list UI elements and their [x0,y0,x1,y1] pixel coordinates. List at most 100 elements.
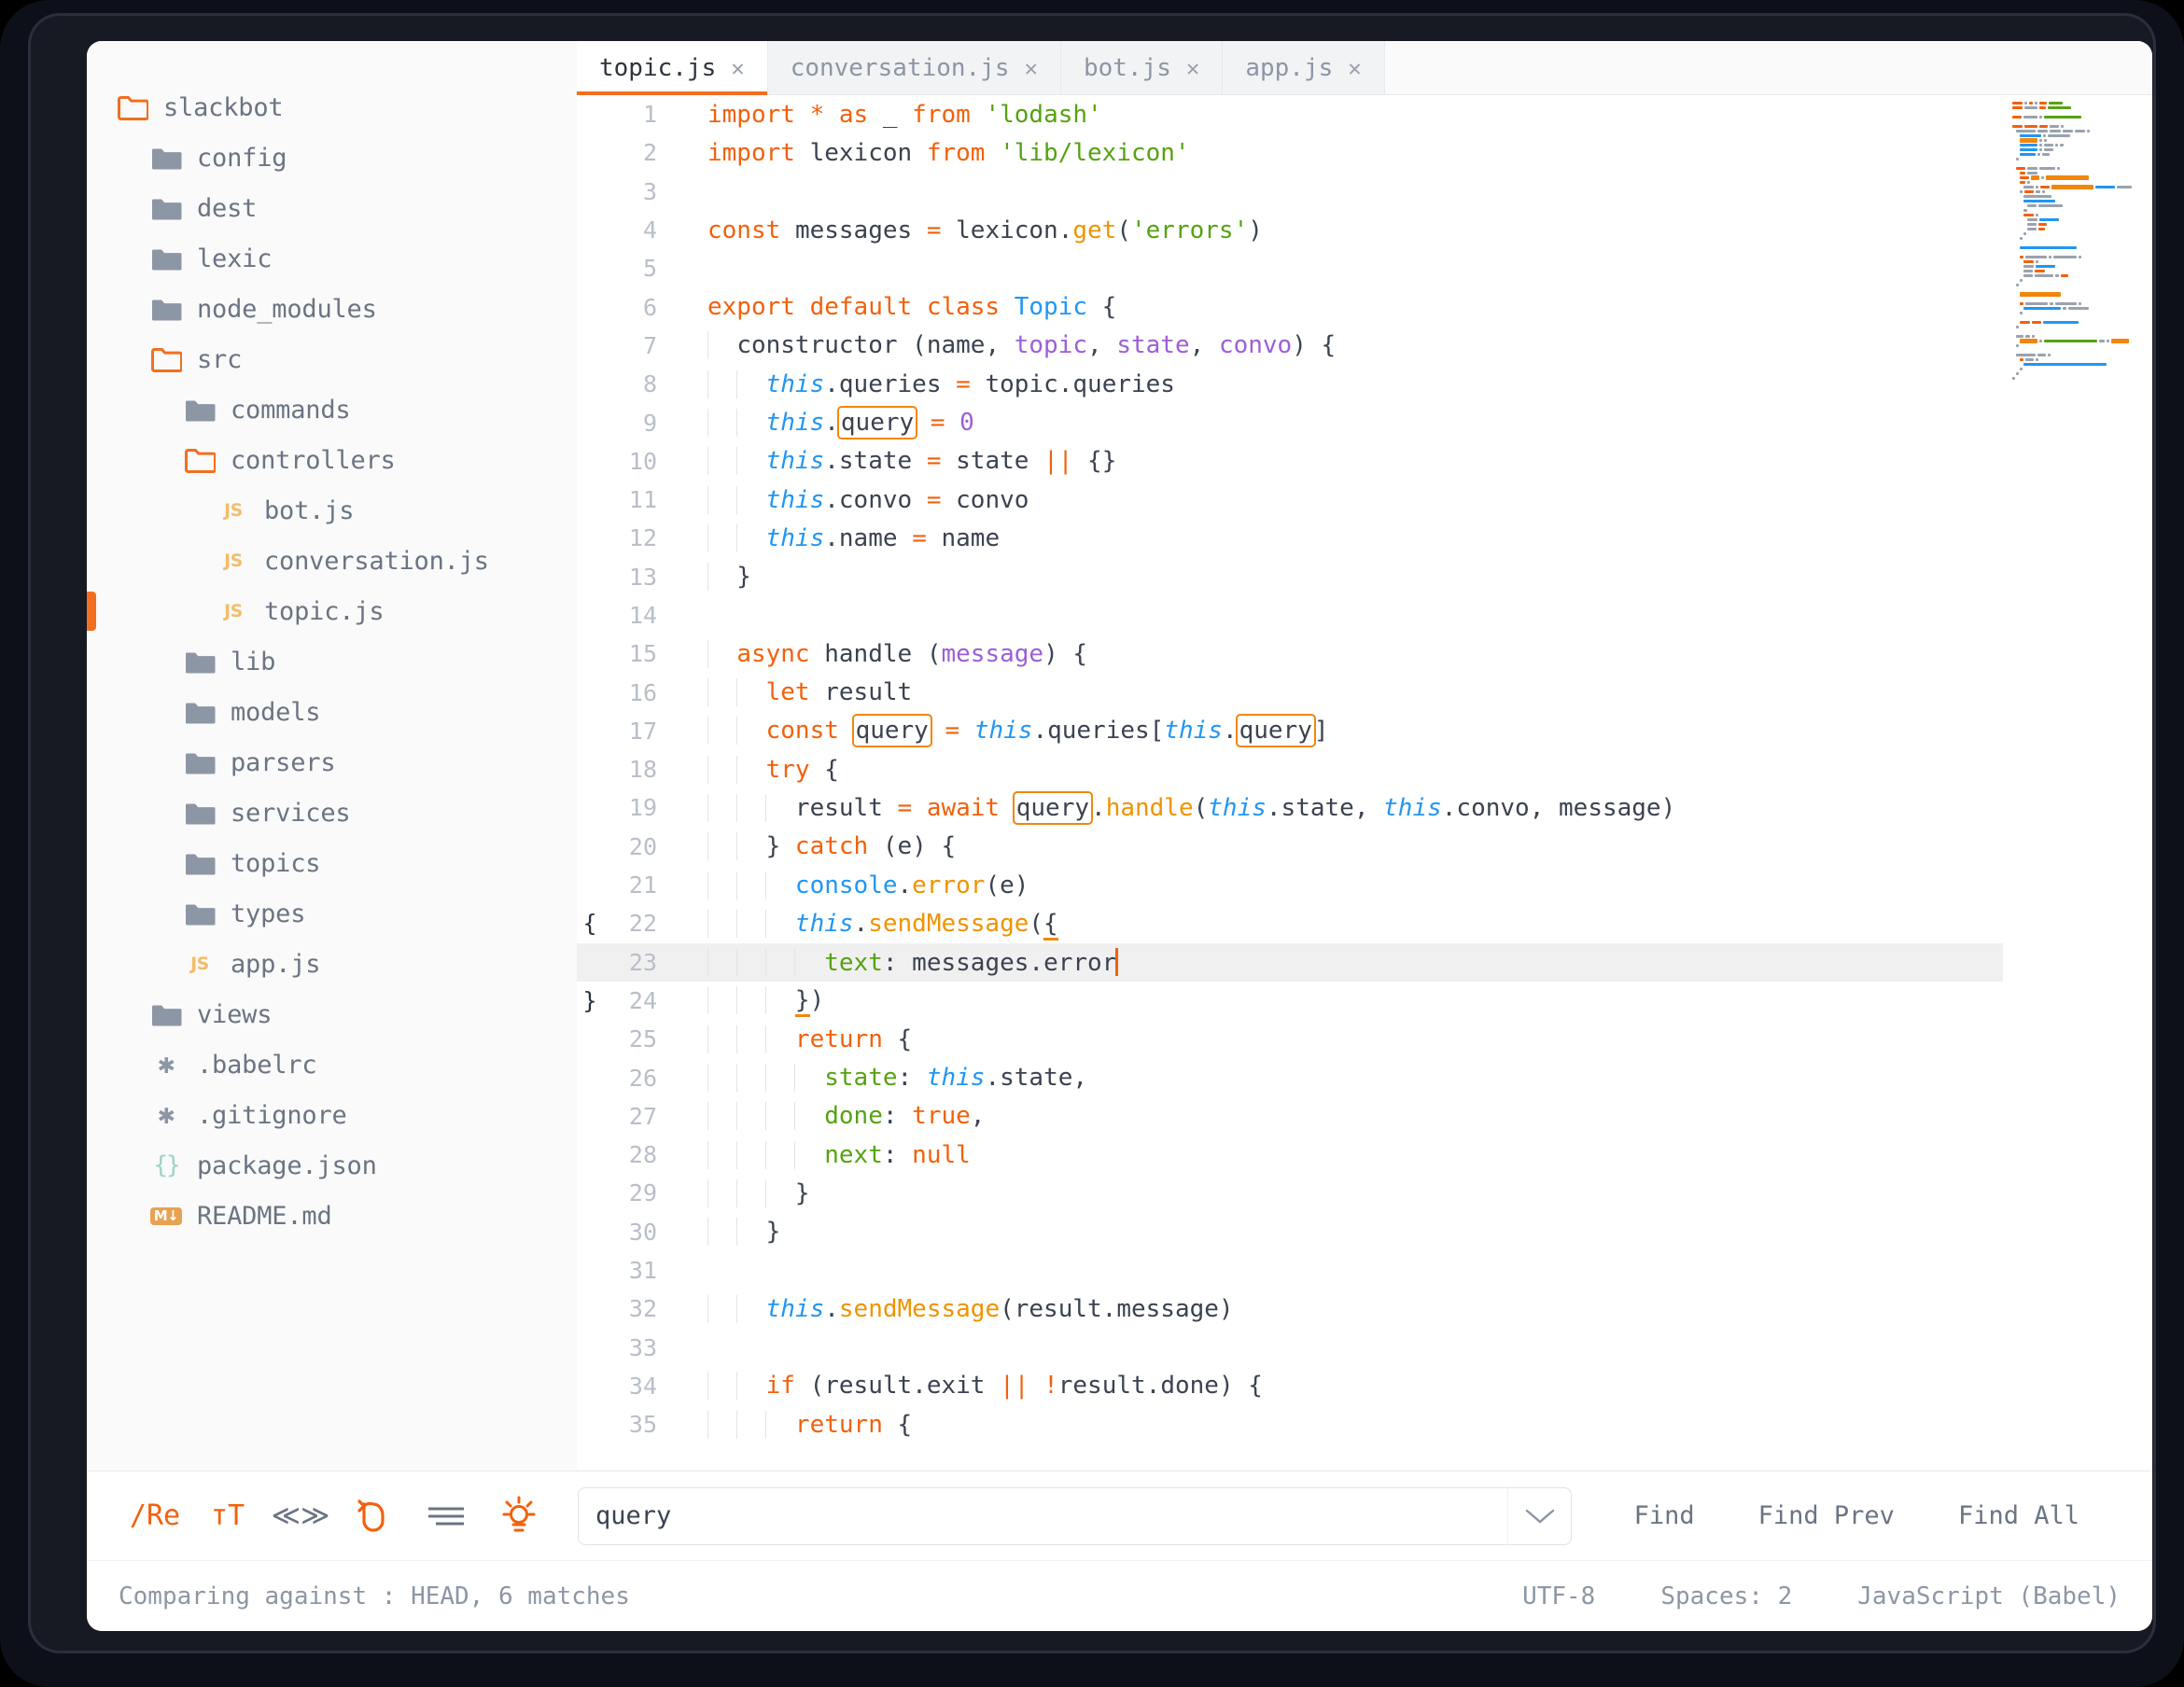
code-line[interactable]: 18 try { [577,750,2152,788]
code-line[interactable]: 23 text: messages.error [577,943,2152,982]
tab-close-icon[interactable]: ✕ [731,55,744,81]
code-text[interactable]: const query = this.queries[this.query] [707,717,2152,745]
tree-item-conversation-js[interactable]: JSconversation.js [87,536,577,586]
tree-item-bot-js[interactable]: JSbot.js [87,485,577,536]
code-editor[interactable]: 1import * as _ from 'lodash'2import lexi… [577,95,2152,1471]
code-line[interactable]: 19 result = await query.handle(this.stat… [577,788,2152,827]
code-text[interactable]: async handle (message) { [707,640,2152,668]
wrap-search-toggle[interactable] [337,1487,410,1545]
code-line[interactable]: }24 }) [577,982,2152,1020]
code-text[interactable]: return { [707,1411,2152,1439]
tree-item-commands[interactable]: commands [87,384,577,435]
tree-item-controllers[interactable]: controllers [87,435,577,485]
code-line[interactable]: 4const messages = lexicon.get('errors') [577,211,2152,249]
tree-item-dest[interactable]: dest [87,183,577,233]
tab-close-icon[interactable]: ✕ [1186,55,1199,81]
code-text[interactable]: constructor (name, topic, state, convo) … [707,331,2152,359]
code-text[interactable]: if (result.exit || !result.done) { [707,1372,2152,1400]
code-text[interactable]: try { [707,756,2152,784]
code-line[interactable]: 11 this.convo = convo [577,481,2152,519]
code-text[interactable]: import lexicon from 'lib/lexicon' [707,139,2152,167]
code-line[interactable]: 35 return { [577,1405,2152,1443]
code-line[interactable]: 21 console.error(e) [577,866,2152,904]
tree-item-app-js[interactable]: JSapp.js [87,939,577,989]
code-line[interactable]: 16 let result [577,673,2152,711]
tab-close-icon[interactable]: ✕ [1025,55,1038,81]
code-line[interactable]: 8 this.queries = topic.queries [577,365,2152,403]
find-action-find-all[interactable]: Find All [1926,1501,2111,1530]
code-text[interactable]: this.name = name [707,524,2152,552]
code-line[interactable]: 12 this.name = name [577,519,2152,557]
editor-tabbar[interactable]: topic.js✕conversation.js✕bot.js✕app.js✕ [577,41,2152,95]
code-line[interactable]: 32 this.sendMessage(result.message) [577,1290,2152,1328]
code-line[interactable]: 13 } [577,558,2152,596]
tree-item-services[interactable]: services [87,788,577,838]
code-line[interactable]: 5 [577,249,2152,287]
code-line[interactable]: 7 constructor (name, topic, state, convo… [577,327,2152,365]
code-line[interactable]: 15 async handle (message) { [577,634,2152,673]
tree-item-lib[interactable]: lib [87,636,577,687]
code-line[interactable]: 20 } catch (e) { [577,828,2152,866]
code-text[interactable]: const messages = lexicon.get('errors') [707,216,2152,244]
find-action-find[interactable]: Find [1603,1501,1727,1530]
code-text[interactable]: console.error(e) [707,871,2152,899]
code-line[interactable]: 14 [577,596,2152,634]
file-tree-sidebar[interactable]: slackbotconfigdestlexicnode_modulessrcco… [87,41,577,1471]
code-line[interactable]: 26 state: this.state, [577,1058,2152,1096]
find-history-dropdown-button[interactable] [1507,1487,1571,1545]
status-indentation[interactable]: Spaces: 2 [1660,1582,1792,1610]
code-text[interactable]: this.convo = convo [707,486,2152,514]
code-text[interactable]: state: this.state, [707,1064,2152,1092]
code-text[interactable]: next: null [707,1141,2152,1169]
tree-item-node-modules[interactable]: node_modules [87,284,577,334]
tab-topic-js[interactable]: topic.js✕ [577,41,768,94]
tree-item-lexic[interactable]: lexic [87,233,577,284]
code-line[interactable]: 10 this.state = state || {} [577,442,2152,481]
tab-bot-js[interactable]: bot.js✕ [1061,41,1223,94]
highlight-toggle[interactable] [483,1487,555,1545]
tab-conversation-js[interactable]: conversation.js✕ [768,41,1061,94]
code-line[interactable]: 33 [577,1329,2152,1367]
tree-item--babelrc[interactable]: ✱.babelrc [87,1039,577,1090]
code-line[interactable]: 31 [577,1251,2152,1290]
tab-close-icon[interactable]: ✕ [1348,55,1361,81]
tree-item--gitignore[interactable]: ✱.gitignore [87,1090,577,1140]
code-text[interactable]: this.state = state || {} [707,447,2152,475]
code-text[interactable]: let result [707,678,2152,706]
tree-item-parsers[interactable]: parsers [87,737,577,788]
tab-app-js[interactable]: app.js✕ [1223,41,1384,94]
tree-item-config[interactable]: config [87,132,577,183]
code-line[interactable]: 9 this.query = 0 [577,403,2152,441]
find-action-find-prev[interactable]: Find Prev [1727,1501,1926,1530]
code-text[interactable]: result = await query.handle(this.state, … [707,794,2152,822]
tree-item-views[interactable]: views [87,989,577,1039]
tree-item-topics[interactable]: topics [87,838,577,888]
code-text[interactable]: import * as _ from 'lodash' [707,101,2152,129]
code-lines-container[interactable]: 1import * as _ from 'lodash'2import lexi… [577,95,2152,1471]
find-action-buttons[interactable]: FindFind PrevFind All [1603,1501,2121,1530]
code-line[interactable]: 29 } [577,1174,2152,1212]
tree-item-types[interactable]: types [87,888,577,939]
code-line[interactable]: 2import lexicon from 'lib/lexicon' [577,133,2152,172]
code-line[interactable]: 17 const query = this.queries[this.query… [577,712,2152,750]
code-line[interactable]: {22 this.sendMessage({ [577,904,2152,942]
find-toolbar[interactable]: /ReтT≪≫ FindFind PrevFind All [87,1471,2152,1560]
code-text[interactable]: this.sendMessage({ [707,910,2152,938]
tree-item-package-json[interactable]: {}package.json [87,1140,577,1191]
code-line[interactable]: 28 next: null [577,1136,2152,1174]
code-text[interactable]: this.sendMessage(result.message) [707,1295,2152,1323]
code-text[interactable]: } [707,563,2152,591]
find-input[interactable] [579,1501,1507,1530]
code-line[interactable]: 6export default class Topic { [577,287,2152,326]
case-sensitive-toggle[interactable]: тT [191,1487,264,1545]
whole-word-toggle[interactable]: ≪≫ [264,1487,337,1545]
regex-toggle[interactable]: /Re [119,1487,191,1545]
code-text[interactable]: } [707,1218,2152,1246]
tree-item-topic-js[interactable]: JStopic.js [87,586,577,636]
tree-item-src[interactable]: src [87,334,577,384]
code-line[interactable]: 25 return { [577,1020,2152,1058]
tree-item-slackbot[interactable]: slackbot [87,82,577,132]
code-line[interactable]: 1import * as _ from 'lodash' [577,95,2152,133]
file-tree-list[interactable]: slackbotconfigdestlexicnode_modulessrcco… [87,82,577,1241]
code-text[interactable]: return { [707,1025,2152,1053]
